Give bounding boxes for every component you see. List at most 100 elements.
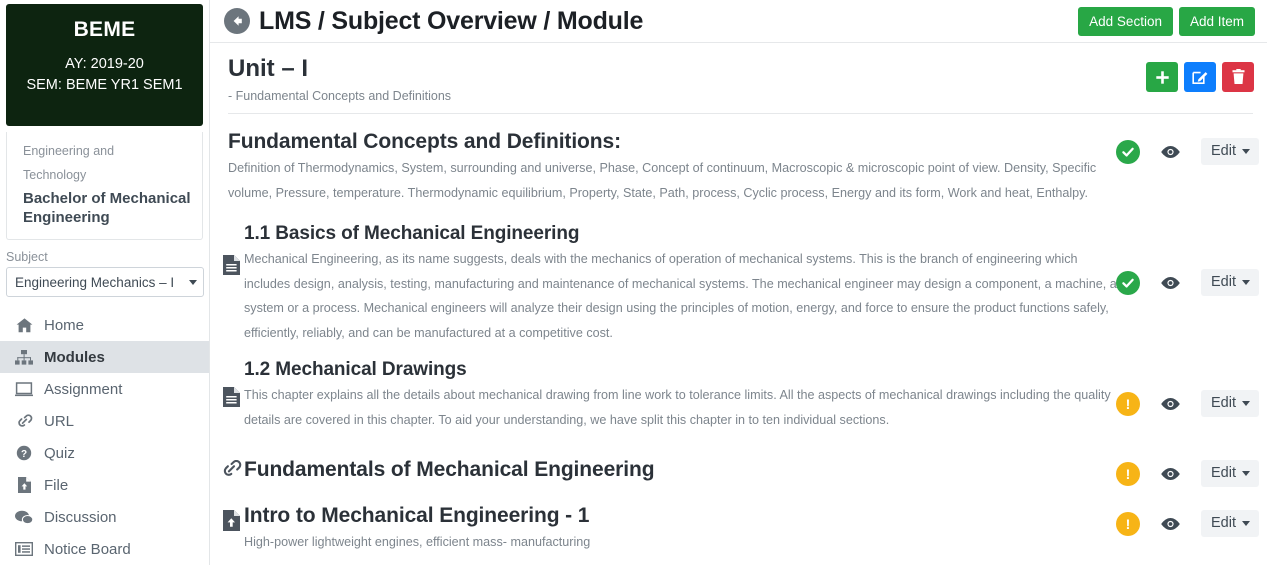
- block-heading: Fundamentals of Mechanical Engineering: [244, 458, 655, 482]
- eye-icon[interactable]: [1160, 145, 1181, 159]
- sidebar-item-label: Home: [44, 316, 85, 334]
- subject-label: Subject: [6, 250, 48, 264]
- unit-title: Unit – I: [228, 55, 309, 82]
- sidebar-item-label: File: [44, 476, 69, 494]
- edit-dropdown-button[interactable]: Edit: [1201, 510, 1259, 538]
- sidebar-item-home[interactable]: Home: [0, 309, 209, 341]
- module-block: 1.1 Basics of Mechanical Engineering Mec…: [210, 223, 1267, 345]
- subject-select[interactable]: Engineering Mechanics – I: [6, 267, 204, 297]
- eye-icon[interactable]: [1160, 276, 1181, 290]
- sidebar-item-label: Assignment: [44, 380, 123, 398]
- check-circle-icon: [1116, 270, 1140, 295]
- edit-dropdown-button[interactable]: Edit: [1201, 460, 1259, 488]
- course-faculty-line1: Engineering and: [23, 144, 115, 159]
- chevron-down-icon: [1242, 148, 1250, 154]
- sidebar-item-discussion[interactable]: Discussion: [0, 501, 209, 533]
- row-controls: Edit: [1116, 138, 1259, 165]
- block-body: High-power lightweight engines, efficien…: [244, 535, 591, 550]
- sidebar-item-label: Discussion: [44, 508, 117, 526]
- sidebar-item-notice-board[interactable]: Notice Board: [0, 533, 209, 565]
- sidebar-item-label: Quiz: [44, 444, 75, 462]
- file-upload-icon: [13, 476, 35, 494]
- edit-button[interactable]: [1184, 62, 1216, 92]
- block-body: This chapter explains all the details ab…: [244, 388, 1111, 427]
- subject-selector-wrap: Subject Engineering Mechanics – I: [0, 240, 209, 297]
- brand-box: BEME AY: 2019-20 SEM: BEME YR1 SEM1: [6, 4, 203, 127]
- page-title: LMS / Subject Overview / Module: [259, 6, 644, 35]
- edit-dropdown-label: Edit: [1211, 395, 1236, 412]
- course-degree: Bachelor of Mechanical Engineering: [23, 189, 191, 226]
- exclamation-circle-icon: !: [1116, 511, 1140, 536]
- sidebar-item-modules[interactable]: Modules: [0, 341, 209, 373]
- link-icon: [13, 412, 35, 430]
- unit-header: Unit – I - Fundamental Concepts and Defi…: [210, 43, 1267, 103]
- assignment-icon: [13, 380, 35, 398]
- module-content: Fundamental Concepts and Definitions: De…: [210, 114, 1267, 553]
- unit-subtitle: - Fundamental Concepts and Definitions: [228, 89, 452, 103]
- edit-dropdown-button[interactable]: Edit: [1201, 138, 1259, 165]
- block-heading: Fundamental Concepts and Definitions:: [228, 130, 621, 153]
- plus-icon: [1155, 70, 1169, 84]
- sidebar-item-assignment[interactable]: Assignment: [0, 373, 209, 405]
- eye-icon[interactable]: [1160, 397, 1181, 411]
- row-controls: ! Edit: [1116, 390, 1259, 418]
- chevron-down-icon: [1242, 520, 1250, 526]
- notice-board-icon: [13, 540, 35, 558]
- block-heading: 1.1 Basics of Mechanical Engineering: [244, 223, 580, 245]
- course-faculty-line2: Technology: [23, 167, 87, 182]
- eye-icon[interactable]: [1160, 467, 1181, 481]
- chevron-down-icon: [1242, 400, 1250, 406]
- sidebar-item-label: URL: [44, 412, 75, 430]
- edit-dropdown-label: Edit: [1211, 143, 1236, 159]
- svg-text:?: ?: [21, 449, 27, 460]
- back-arrow-icon[interactable]: [224, 8, 250, 34]
- add-item-button[interactable]: Add Item: [1178, 6, 1255, 36]
- edit-dropdown-button[interactable]: Edit: [1201, 269, 1259, 297]
- eye-icon[interactable]: [1160, 517, 1181, 531]
- edit-dropdown-button[interactable]: Edit: [1201, 390, 1259, 418]
- sidebar-item-label: Modules: [44, 348, 105, 366]
- block-heading: 1.2 Mechanical Drawings: [244, 359, 467, 381]
- document-icon: [220, 387, 242, 408]
- module-block: Intro to Mechanical Engineering - 1 High…: [210, 504, 1267, 553]
- link-icon: [220, 460, 242, 479]
- exclamation-circle-icon: !: [1116, 461, 1140, 486]
- home-icon: [13, 316, 35, 334]
- subject-select-value: Engineering Mechanics – I: [15, 274, 175, 290]
- brand-academic-year: AY: 2019-20: [65, 56, 144, 72]
- sidebar-item-quiz[interactable]: ? Quiz: [0, 437, 209, 469]
- add-button[interactable]: [1146, 62, 1178, 92]
- delete-button[interactable]: [1222, 62, 1254, 92]
- course-box: Engineering and Technology Bachelor of M…: [6, 132, 203, 240]
- app-root: BEME AY: 2019-20 SEM: BEME YR1 SEM1 Engi…: [0, 0, 1267, 565]
- row-controls: Edit: [1116, 269, 1259, 297]
- trash-icon: [1232, 69, 1244, 84]
- block-body: Mechanical Engineering, as its name sugg…: [244, 252, 1117, 340]
- document-icon: [220, 255, 242, 276]
- edit-dropdown-label: Edit: [1211, 465, 1236, 482]
- exclamation-circle-icon: !: [1116, 391, 1140, 416]
- chevron-down-icon: [189, 279, 197, 285]
- row-controls: ! Edit: [1116, 460, 1259, 488]
- chevron-down-icon: [1242, 279, 1250, 285]
- add-section-button[interactable]: Add Section: [1078, 6, 1173, 36]
- block-body: Definition of Thermodynamics, System, su…: [228, 161, 1097, 200]
- row-controls: ! Edit: [1116, 510, 1259, 538]
- brand-semester: SEM: BEME YR1 SEM1: [26, 77, 183, 94]
- edit-dropdown-label: Edit: [1211, 274, 1236, 291]
- chevron-down-icon: [1242, 470, 1250, 476]
- pencil-square-icon: [1192, 71, 1208, 84]
- file-upload-icon: [220, 510, 242, 532]
- module-block: Fundamental Concepts and Definitions: De…: [210, 130, 1267, 205]
- sidebar-item-file[interactable]: File: [0, 469, 209, 501]
- sidebar-item-label: Notice Board: [44, 540, 131, 558]
- check-circle-icon: [1116, 139, 1140, 164]
- header-actions: Add Section Add Item: [1078, 6, 1255, 36]
- sidebar-item-url[interactable]: URL: [0, 405, 209, 437]
- question-circle-icon: ?: [13, 444, 35, 462]
- edit-dropdown-label: Edit: [1211, 515, 1236, 532]
- module-block: Fundamentals of Mechanical Engineering !…: [210, 458, 1267, 488]
- block-heading: Intro to Mechanical Engineering - 1: [244, 504, 590, 528]
- sidebar: BEME AY: 2019-20 SEM: BEME YR1 SEM1 Engi…: [0, 0, 210, 565]
- unit-action-buttons: [1146, 62, 1254, 92]
